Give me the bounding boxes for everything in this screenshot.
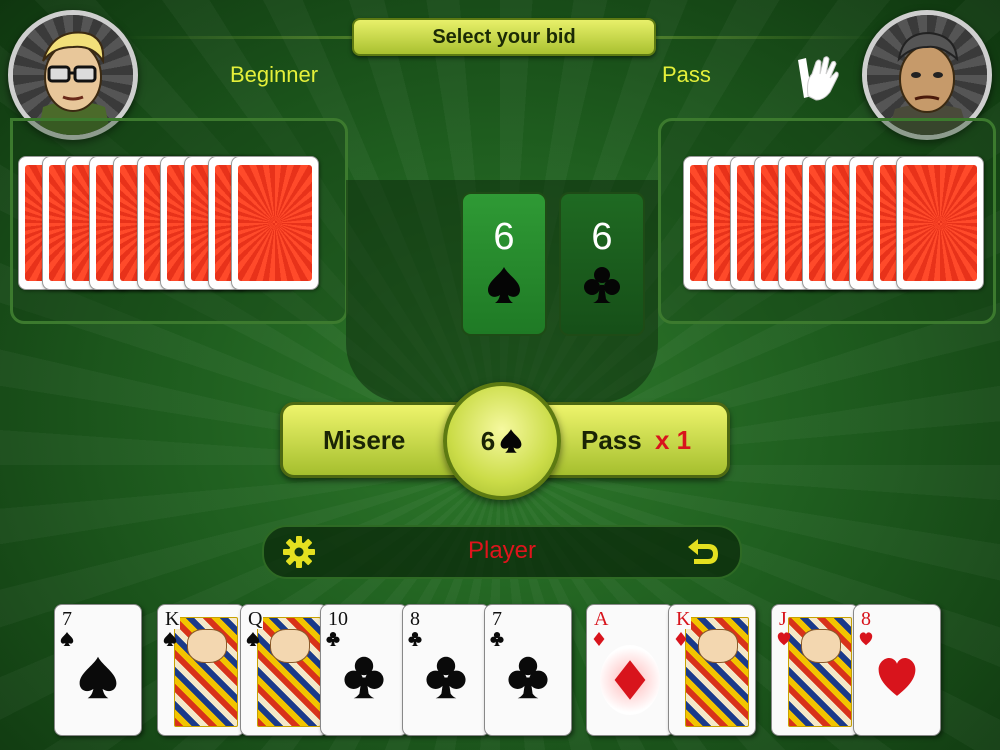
diamond-icon xyxy=(593,632,605,646)
spade-icon xyxy=(488,267,520,303)
hand-card-K-diamonds[interactable]: K xyxy=(668,604,756,736)
face-card-art xyxy=(788,617,852,727)
hand-card-A-diamonds[interactable]: A xyxy=(586,604,674,736)
bid-multiplier: x 1 xyxy=(655,425,692,455)
card-rank: 7 xyxy=(61,608,73,630)
club-icon xyxy=(326,632,340,646)
spade-icon xyxy=(246,632,260,646)
bid-prompt-title: Select your bid xyxy=(352,18,656,56)
club-icon xyxy=(584,267,620,303)
club-icon xyxy=(490,632,504,646)
face-card-art xyxy=(174,617,238,727)
hand-card-8-hearts[interactable]: 8 xyxy=(853,604,941,736)
club-icon xyxy=(426,657,466,699)
hand-card-7-clubs[interactable]: 7 xyxy=(484,604,572,736)
card-rank: 10 xyxy=(327,608,349,630)
hand-card-K-spades[interactable]: K xyxy=(157,604,245,736)
heart-icon xyxy=(777,632,791,646)
club-icon xyxy=(408,632,422,646)
current-player-label: Player xyxy=(467,537,537,564)
face-card-art xyxy=(685,617,749,727)
opponent-card-back xyxy=(896,156,985,290)
heart-icon xyxy=(878,658,916,697)
club-icon xyxy=(508,657,548,699)
card-rank: 8 xyxy=(409,608,421,630)
club-icon xyxy=(344,657,384,699)
hand-card-10-clubs[interactable]: 10 xyxy=(320,604,408,736)
spade-icon xyxy=(79,657,117,699)
hand-card-J-hearts[interactable]: J xyxy=(771,604,859,736)
opponent-card-back xyxy=(231,156,320,290)
hand-pass-icon xyxy=(798,56,839,101)
card-rank: J xyxy=(778,608,788,630)
pass-button[interactable]: Pass xyxy=(581,425,642,456)
bid-card-spades: 6 xyxy=(461,192,547,336)
card-rank: Q xyxy=(247,608,264,630)
hand-card-8-clubs[interactable]: 8 xyxy=(402,604,490,736)
card-rank: 7 xyxy=(491,608,503,630)
spade-icon xyxy=(163,632,177,646)
opponent-left-name: Beginner xyxy=(230,62,319,87)
current-bid-number: 6 xyxy=(480,425,496,456)
spade-icon xyxy=(60,632,74,646)
opponent-right-name: Pass xyxy=(662,62,711,87)
card-rank: 8 xyxy=(860,608,872,630)
card-rank: K xyxy=(164,608,181,630)
card-rank: K xyxy=(675,608,692,630)
spade-icon xyxy=(500,429,522,453)
current-bid-button[interactable]: 6 xyxy=(443,382,561,500)
card-rank: A xyxy=(593,608,610,630)
hand-card-Q-spades[interactable]: Q xyxy=(240,604,328,736)
diamond-icon xyxy=(675,632,687,646)
ace-pip xyxy=(600,645,660,716)
bid-card-clubs: 6 xyxy=(559,192,645,336)
heart-icon xyxy=(859,632,873,646)
diamond-icon xyxy=(614,660,646,701)
misere-button[interactable]: Misere xyxy=(323,425,405,456)
hand-card-7-spades[interactable]: 7 xyxy=(54,604,142,736)
face-card-art xyxy=(257,617,321,727)
undo-arrow-icon[interactable] xyxy=(684,537,722,567)
status-bar: Player xyxy=(262,525,742,579)
